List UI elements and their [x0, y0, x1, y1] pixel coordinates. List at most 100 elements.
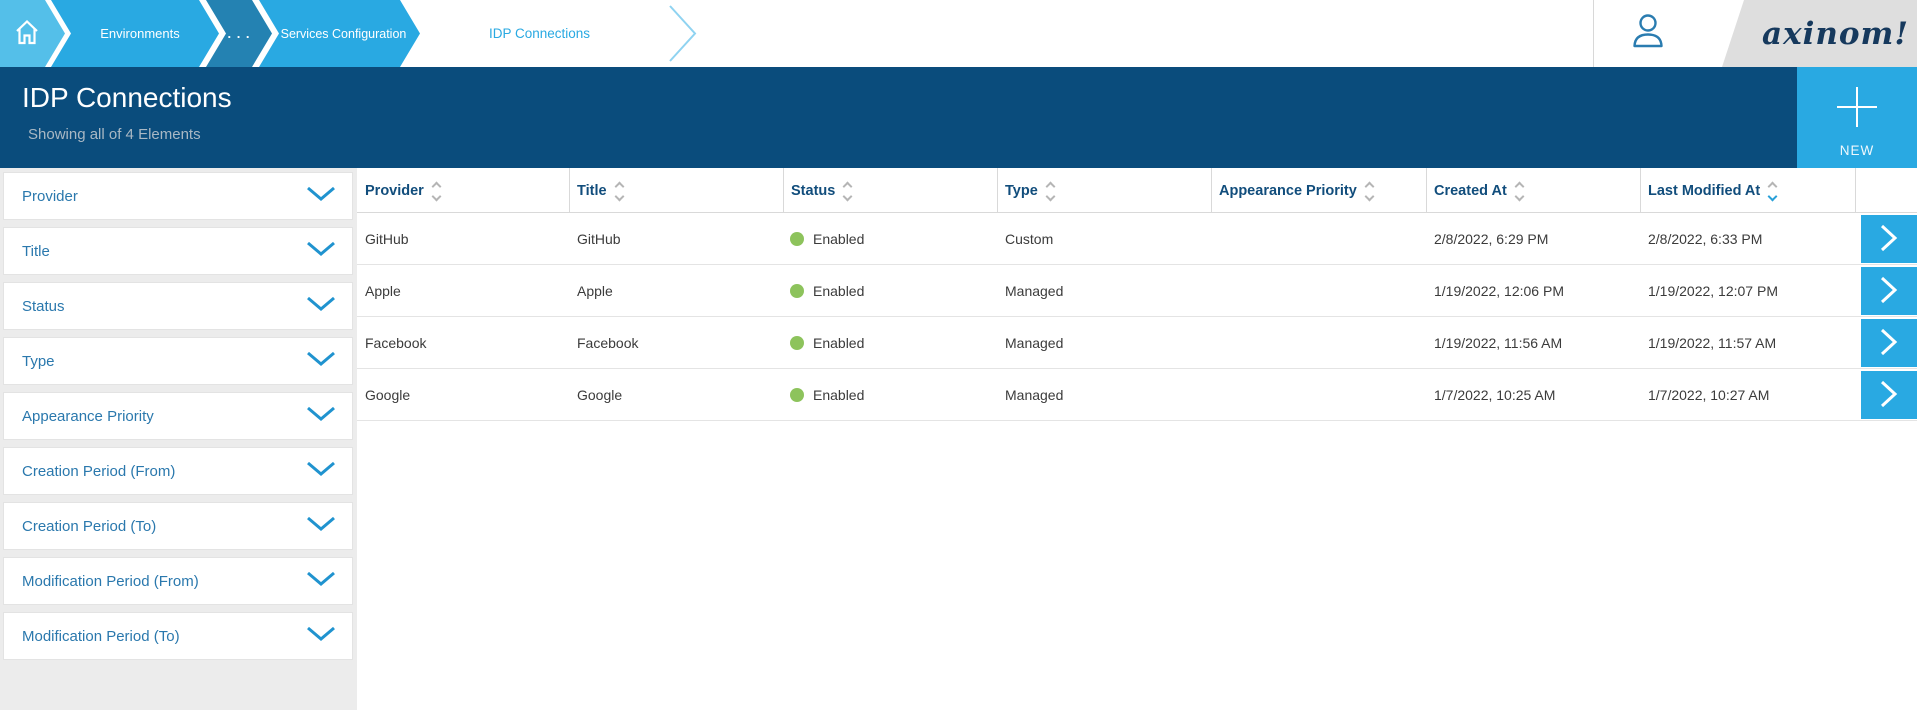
cell-created-at: 1/7/2022, 10:25 AM	[1434, 369, 1555, 420]
column-header-created-at[interactable]: Created At	[1434, 168, 1523, 213]
table-header-row: Provider Title Status Type Appearance Pr…	[357, 168, 1917, 213]
user-icon	[1630, 12, 1666, 55]
cell-status: Enabled	[790, 213, 864, 264]
filter-label: Modification Period (To)	[22, 628, 180, 645]
breadcrumb-label: . . .	[227, 26, 250, 41]
filter-type[interactable]: Type	[3, 337, 353, 385]
cell-type: Managed	[1005, 369, 1063, 420]
filter-label: Status	[22, 298, 65, 315]
column-header-status[interactable]: Status	[791, 168, 851, 213]
sort-icon	[433, 182, 440, 200]
status-label: Enabled	[813, 283, 864, 299]
table-row: GitHub GitHub Enabled Custom 2/8/2022, 6…	[357, 213, 1917, 265]
filter-status[interactable]: Status	[3, 282, 353, 330]
filter-creation-period-to[interactable]: Creation Period (To)	[3, 502, 353, 550]
sort-icon	[1047, 182, 1054, 200]
column-divider	[783, 168, 784, 213]
chevron-down-icon	[306, 626, 336, 647]
filter-label: Provider	[22, 188, 78, 205]
cell-status: Enabled	[790, 265, 864, 316]
axinom-logo: axinom!	[1712, 0, 1917, 67]
plus-icon	[1829, 79, 1885, 138]
breadcrumb-label: IDP Connections	[489, 26, 590, 41]
open-row-button[interactable]	[1861, 215, 1917, 263]
chevron-down-icon	[306, 406, 336, 427]
sort-icon-active-desc	[1769, 182, 1776, 200]
filter-title[interactable]: Title	[3, 227, 353, 275]
column-header-label: Status	[791, 183, 835, 199]
column-header-label: Appearance Priority	[1219, 183, 1357, 199]
filter-label: Type	[22, 353, 55, 370]
chevron-down-icon	[306, 296, 336, 317]
filter-provider[interactable]: Provider	[3, 172, 353, 220]
status-enabled-dot	[790, 388, 804, 402]
status-enabled-dot	[790, 284, 804, 298]
chevron-down-icon	[306, 516, 336, 537]
open-row-button[interactable]	[1861, 371, 1917, 419]
cell-title: Apple	[577, 265, 613, 316]
top-navigation-bar: Environments . . . Services Configuratio…	[0, 0, 1917, 67]
page-title: IDP Connections	[22, 82, 232, 114]
column-header-type[interactable]: Type	[1005, 168, 1054, 213]
cell-created-at: 1/19/2022, 11:56 AM	[1434, 317, 1562, 368]
breadcrumb-home[interactable]	[0, 0, 65, 67]
cell-status: Enabled	[790, 369, 864, 420]
filter-creation-period-from[interactable]: Creation Period (From)	[3, 447, 353, 495]
cell-type: Custom	[1005, 213, 1053, 264]
cell-provider: Google	[365, 369, 410, 420]
breadcrumb-idp-connections-current: IDP Connections	[407, 0, 672, 67]
chevron-down-icon	[306, 461, 336, 482]
idp-connections-page: Environments . . . Services Configuratio…	[0, 0, 1917, 710]
sort-icon	[844, 182, 851, 200]
element-count-text: Showing all of 4 Elements	[28, 126, 201, 143]
column-header-label: Type	[1005, 183, 1038, 199]
breadcrumb-label: Services Configuration	[281, 27, 407, 41]
breadcrumb-environments[interactable]: Environments	[51, 0, 219, 67]
column-divider	[569, 168, 570, 213]
cell-created-at: 1/19/2022, 12:06 PM	[1434, 265, 1564, 316]
filter-label: Creation Period (From)	[22, 463, 175, 480]
status-label: Enabled	[813, 387, 864, 403]
sort-icon	[1516, 182, 1523, 200]
new-button[interactable]: NEW	[1797, 67, 1917, 168]
chevron-right-icon	[1878, 379, 1900, 412]
filter-label: Appearance Priority	[22, 408, 154, 425]
column-header-provider[interactable]: Provider	[365, 168, 440, 213]
column-header-label: Title	[577, 183, 607, 199]
open-row-button[interactable]	[1861, 267, 1917, 315]
chevron-right-icon	[1878, 275, 1900, 308]
sort-icon	[1366, 182, 1373, 200]
new-button-label: NEW	[1797, 143, 1917, 158]
breadcrumb-label: Environments	[100, 26, 179, 41]
breadcrumb-services-configuration[interactable]: Services Configuration	[259, 0, 420, 67]
sort-icon	[616, 182, 623, 200]
cell-provider: Facebook	[365, 317, 426, 368]
home-icon	[13, 18, 41, 49]
filter-modification-period-from[interactable]: Modification Period (From)	[3, 557, 353, 605]
status-label: Enabled	[813, 335, 864, 351]
filters-panel: Provider Title Status Type Appearance Pr…	[0, 168, 357, 710]
column-header-label: Provider	[365, 183, 424, 199]
cell-type: Managed	[1005, 317, 1063, 368]
page-header: IDP Connections Showing all of 4 Element…	[0, 67, 1917, 168]
chevron-down-icon	[306, 571, 336, 592]
column-header-last-modified-at[interactable]: Last Modified At	[1648, 168, 1776, 213]
cell-title: Facebook	[577, 317, 638, 368]
filter-appearance-priority[interactable]: Appearance Priority	[3, 392, 353, 440]
user-account-button[interactable]	[1618, 0, 1678, 67]
filter-modification-period-to[interactable]: Modification Period (To)	[3, 612, 353, 660]
column-divider	[1426, 168, 1427, 213]
cell-created-at: 2/8/2022, 6:29 PM	[1434, 213, 1548, 264]
filter-label: Modification Period (From)	[22, 573, 199, 590]
cell-title: GitHub	[577, 213, 621, 264]
status-enabled-dot	[790, 232, 804, 246]
chevron-down-icon	[306, 241, 336, 262]
status-enabled-dot	[790, 336, 804, 350]
cell-last-modified-at: 1/7/2022, 10:27 AM	[1648, 369, 1769, 420]
table-row: Facebook Facebook Enabled Managed 1/19/2…	[357, 317, 1917, 369]
breadcrumb-chevron-outline-icon	[668, 4, 700, 68]
column-header-appearance-priority[interactable]: Appearance Priority	[1219, 168, 1373, 213]
open-row-button[interactable]	[1861, 319, 1917, 367]
table-row: Apple Apple Enabled Managed 1/19/2022, 1…	[357, 265, 1917, 317]
column-header-title[interactable]: Title	[577, 168, 623, 213]
